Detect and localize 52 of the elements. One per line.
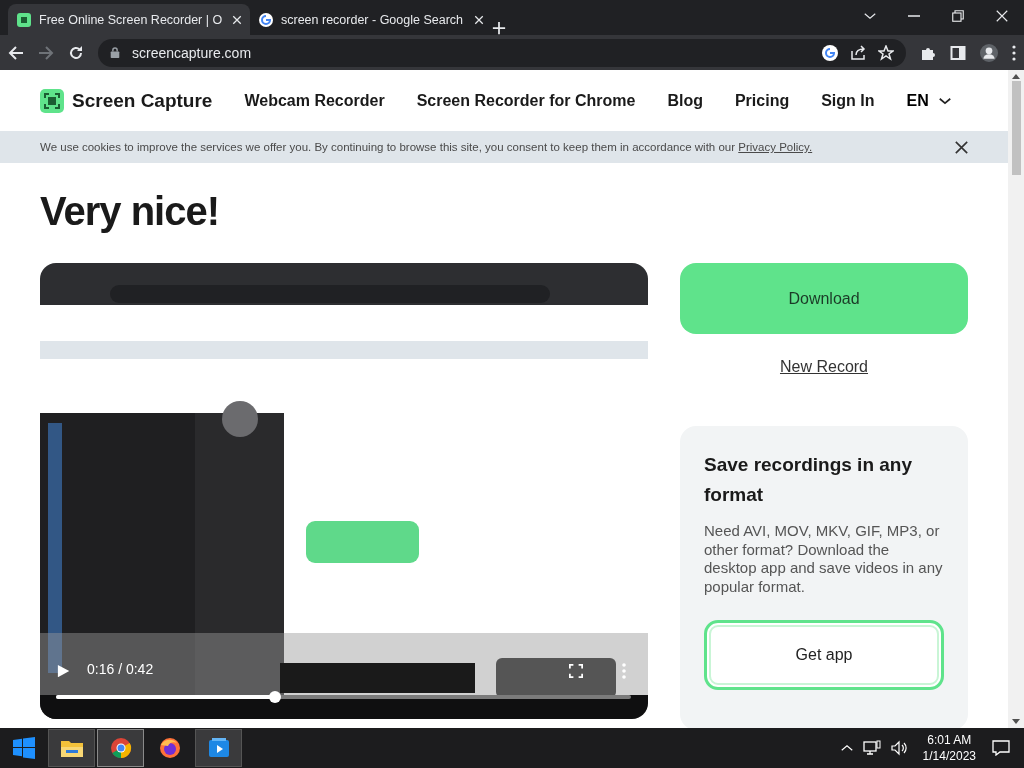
chevron-down-icon[interactable] <box>864 12 876 20</box>
page-heading: Very nice! <box>40 189 220 233</box>
close-icon[interactable] <box>955 140 968 154</box>
volume-icon[interactable] <box>890 740 909 756</box>
brand-name: Screen Capture <box>72 89 213 112</box>
folder-icon[interactable] <box>59 738 84 758</box>
network-icon[interactable] <box>862 740 881 756</box>
side-panel-icon[interactable] <box>950 44 966 61</box>
language-selector[interactable]: EN <box>906 91 951 110</box>
cookie-notice: We use cookies to improve the services we offer you. By continuing to browse this site, you consent to keep them in accordance with our Privacy Policy. <box>40 141 813 153</box>
nav-link[interactable]: Blog <box>667 91 703 110</box>
reload-icon[interactable] <box>68 44 84 61</box>
play-icon[interactable] <box>57 663 71 679</box>
card-text: Need AVI, MOV, MKV, GIF, MP3, or other format? Download the desktop app and save videos in any popular format. <box>704 522 944 596</box>
nav-link[interactable]: Screen Recorder for Chrome <box>416 91 636 110</box>
app-logo-icon <box>40 88 64 113</box>
fullscreen-icon[interactable] <box>569 664 583 678</box>
get-app-button[interactable]: Get app <box>704 620 944 690</box>
google-icon <box>258 11 274 28</box>
scrollbar[interactable] <box>1008 70 1024 728</box>
lock-icon <box>110 46 120 59</box>
browser-tab[interactable]: screen recorder - Google Search <box>250 4 492 35</box>
notification-icon[interactable] <box>992 740 1010 756</box>
menu-icon[interactable] <box>1012 44 1016 61</box>
video-time: 0:16 / 0:42 <box>87 661 154 677</box>
restore-icon[interactable] <box>952 10 964 22</box>
media-player-icon[interactable] <box>207 737 230 759</box>
firefox-icon[interactable] <box>157 736 182 760</box>
chrome-icon[interactable] <box>109 737 132 759</box>
app-logo-icon <box>16 11 32 28</box>
share-icon[interactable] <box>850 44 866 61</box>
download-button[interactable]: Download <box>680 263 968 334</box>
scroll-up-icon[interactable] <box>1012 74 1020 79</box>
scrollbar-thumb[interactable] <box>1011 81 1021 175</box>
new-record-link[interactable]: New Record <box>780 358 868 376</box>
taskbar-clock[interactable]: 6:01 AM 1/14/2023 <box>922 732 976 764</box>
profile-icon[interactable] <box>980 43 998 62</box>
back-icon[interactable] <box>8 44 24 61</box>
google-icon[interactable] <box>822 44 838 61</box>
browser-tab[interactable]: Free Online Screen Recorder | O <box>8 4 250 35</box>
address-bar[interactable]: screencapture.com <box>98 38 906 67</box>
chevron-up-icon[interactable] <box>840 744 853 752</box>
nav-link[interactable]: Webcam Recorder <box>244 91 385 110</box>
nav-link[interactable]: Pricing <box>734 91 790 110</box>
star-icon[interactable] <box>878 44 894 61</box>
chevron-down-icon <box>938 96 951 105</box>
privacy-policy-link[interactable]: Privacy Policy. <box>738 141 813 153</box>
windows-start-icon[interactable] <box>13 737 35 759</box>
scroll-down-icon[interactable] <box>1012 719 1020 724</box>
new-tab-icon[interactable] <box>492 21 506 35</box>
nav-link[interactable]: Sign In <box>821 91 875 110</box>
card-title: Save recordings in any format <box>704 453 914 507</box>
